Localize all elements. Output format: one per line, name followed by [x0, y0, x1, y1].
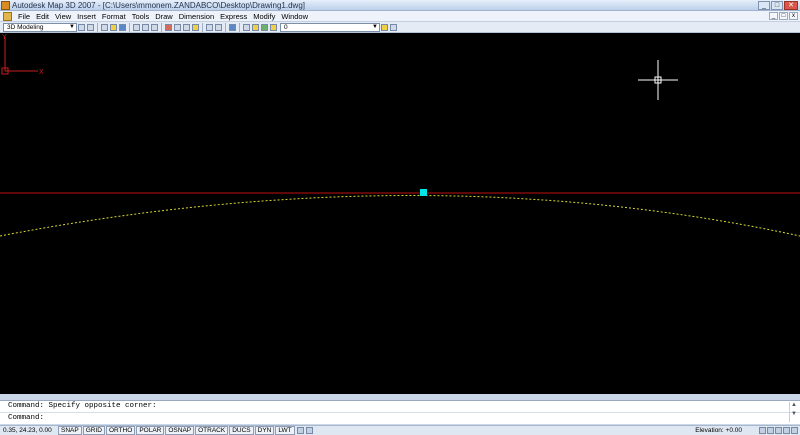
- save-icon[interactable]: [119, 23, 126, 31]
- menu-insert[interactable]: Insert: [74, 11, 99, 22]
- layout-icon[interactable]: [305, 427, 313, 434]
- grid-toggle[interactable]: GRID: [82, 426, 105, 435]
- osnap-toggle[interactable]: OSNAP: [165, 426, 195, 435]
- restore-button[interactable]: □: [771, 1, 783, 10]
- command-input[interactable]: Command:: [0, 412, 800, 423]
- menu-window[interactable]: Window: [278, 11, 311, 22]
- print-preview-icon[interactable]: [142, 23, 149, 31]
- toolbar-separator: [239, 22, 240, 32]
- layer-combo[interactable]: 0 ▼: [280, 22, 380, 32]
- toolbar-separator: [161, 22, 162, 32]
- command-scrollbar[interactable]: ▲ ▼: [789, 402, 798, 422]
- annotation-scale-icon[interactable]: [759, 427, 766, 434]
- communication-center-icon[interactable]: [775, 427, 782, 434]
- snap-toggle[interactable]: SNAP: [58, 426, 82, 435]
- menu-dimension[interactable]: Dimension: [176, 11, 217, 22]
- undo-icon[interactable]: [206, 23, 213, 31]
- print-icon[interactable]: [133, 23, 140, 31]
- chevron-down-icon: ▼: [372, 23, 378, 30]
- command-history-line: Command: Specify opposite corner:: [8, 402, 157, 410]
- menu-express[interactable]: Express: [217, 11, 250, 22]
- clean-screen-icon[interactable]: [783, 427, 790, 434]
- model-space-svg: [0, 60, 800, 237]
- menu-format[interactable]: Format: [99, 11, 129, 22]
- selection-grip[interactable]: [420, 189, 427, 196]
- menu-bar: File Edit View Insert Format Tools Draw …: [0, 11, 800, 22]
- dotted-arc[interactable]: [0, 195, 800, 237]
- menu-edit[interactable]: Edit: [33, 11, 52, 22]
- standard-toolbar: 3D Modeling ▼ 0 ▼: [0, 22, 800, 33]
- doc-minimize-button[interactable]: _: [769, 12, 778, 20]
- model-space-icon[interactable]: [296, 427, 304, 434]
- doc-restore-button[interactable]: □: [779, 12, 788, 20]
- workspace-settings-icon[interactable]: [78, 23, 85, 31]
- status-bar: 0.35, 24.23, 0.00 SNAP GRID ORTHO POLAR …: [0, 425, 800, 435]
- ortho-toggle[interactable]: ORTHO: [105, 426, 136, 435]
- menu-file[interactable]: File: [15, 11, 33, 22]
- help-icon[interactable]: [229, 23, 236, 31]
- scroll-up-icon[interactable]: ▲: [790, 402, 798, 411]
- command-window: Command: Specify opposite corner: Comman…: [0, 400, 800, 424]
- workspace-value: 3D Modeling: [7, 23, 44, 31]
- polar-toggle[interactable]: POLAR: [136, 426, 165, 435]
- coordinate-readout[interactable]: 0.35, 24.23, 0.00: [0, 427, 58, 434]
- new-icon[interactable]: [101, 23, 108, 31]
- redo-icon[interactable]: [215, 23, 222, 31]
- ucs-x-label: X: [39, 69, 44, 75]
- menu-draw[interactable]: Draw: [152, 11, 176, 22]
- layer-lock-icon[interactable]: [270, 23, 277, 31]
- open-icon[interactable]: [110, 23, 117, 31]
- match-properties-icon[interactable]: [192, 23, 199, 31]
- layer-on-icon[interactable]: [252, 23, 259, 31]
- status-tray: [759, 427, 798, 434]
- dyn-toggle[interactable]: DYN: [254, 426, 275, 435]
- chevron-down-icon: ▼: [69, 23, 75, 30]
- layer-value: 0: [284, 23, 288, 31]
- autocad-app-icon[interactable]: [1, 1, 10, 10]
- lock-icon[interactable]: [767, 427, 774, 434]
- paste-icon[interactable]: [183, 23, 190, 31]
- layer-previous-icon[interactable]: [390, 23, 397, 31]
- copy-icon[interactable]: [174, 23, 181, 31]
- workspace-combo[interactable]: 3D Modeling ▼: [3, 22, 77, 32]
- ucs-icon: Y X: [1, 34, 44, 75]
- scroll-down-icon[interactable]: ▼: [790, 411, 798, 420]
- ucs-y-label: Y: [2, 34, 7, 41]
- cut-icon[interactable]: [165, 23, 172, 31]
- document-icon[interactable]: [3, 11, 12, 21]
- publish-icon[interactable]: [151, 23, 158, 31]
- menu-view[interactable]: View: [52, 11, 74, 22]
- toolbar-separator: [97, 22, 98, 32]
- window-controls: _ □ ✕: [758, 0, 798, 11]
- workspace-save-icon[interactable]: [87, 23, 94, 31]
- window-title: Autodesk Map 3D 2007 - [C:\Users\mmonem.…: [12, 1, 305, 10]
- layer-freeze-icon[interactable]: [261, 23, 268, 31]
- close-button[interactable]: ✕: [784, 1, 798, 10]
- minimize-button[interactable]: _: [758, 1, 770, 10]
- make-object-layer-current-icon[interactable]: [381, 23, 388, 31]
- toolbar-separator: [202, 22, 203, 32]
- otrack-toggle[interactable]: OTRACK: [195, 426, 229, 435]
- title-bar: Autodesk Map 3D 2007 - [C:\Users\mmonem.…: [0, 0, 800, 11]
- elevation-readout: Elevation: +0.00: [695, 427, 742, 434]
- drawing-canvas[interactable]: Y X: [0, 33, 800, 394]
- toolbar-separator: [225, 22, 226, 32]
- doc-close-button[interactable]: x: [789, 12, 798, 20]
- status-menu-icon[interactable]: [791, 427, 798, 434]
- document-controls: _ □ x: [769, 12, 798, 20]
- toolbar-separator: [129, 22, 130, 32]
- crosshair-cursor: [638, 60, 678, 100]
- menu-tools[interactable]: Tools: [129, 11, 153, 22]
- menu-modify[interactable]: Modify: [250, 11, 278, 22]
- ducs-toggle[interactable]: DUCS: [229, 426, 254, 435]
- layer-manager-icon[interactable]: [243, 23, 250, 31]
- lwt-toggle[interactable]: LWT: [275, 426, 295, 435]
